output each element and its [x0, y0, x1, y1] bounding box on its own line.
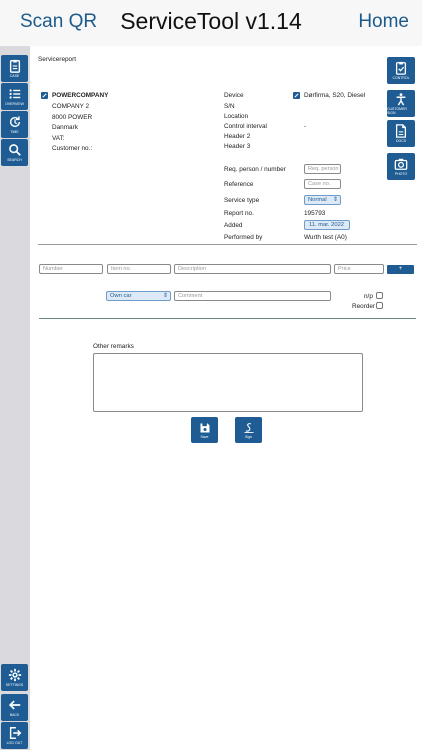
search-button[interactable]: SEARCH	[1, 139, 28, 166]
settings-label: SETTINGS	[5, 683, 24, 687]
req-person-label: Req. person / number	[224, 166, 286, 173]
report-heading: Servicereport	[38, 56, 77, 63]
service-type-value: Normal	[308, 197, 327, 203]
sign-button[interactable]: Sign	[235, 417, 262, 443]
car-select-value: Own car	[110, 293, 132, 299]
sign-label: Sign	[244, 434, 252, 439]
case-label: CASE	[9, 74, 20, 78]
clock-refresh-icon	[9, 116, 20, 128]
logout-button[interactable]: LOG OUT	[1, 722, 28, 749]
added-label: Added	[224, 222, 243, 229]
overview-button[interactable]: OVERVIEW	[1, 83, 28, 110]
number-input[interactable]: Number	[39, 264, 103, 274]
report-number-value: 195793	[304, 210, 326, 217]
floppy-disk-icon	[200, 423, 209, 432]
arrow-left-icon	[8, 700, 20, 710]
time-label: TIME	[10, 130, 19, 134]
edit-customer-icon[interactable]	[41, 92, 48, 99]
right-sidebar: Control Customer sign Docs Photo	[385, 46, 422, 750]
home-button[interactable]: Home	[358, 11, 409, 33]
lines-divider	[39, 318, 416, 319]
item-number-input[interactable]: Item no.	[107, 264, 171, 274]
report-number-label: Report no.	[224, 210, 254, 217]
reorder-label: Reorder	[352, 303, 376, 310]
added-date-picker[interactable]: 11. mar. 2022	[304, 220, 350, 230]
time-button[interactable]: TIME	[1, 111, 28, 138]
customer-name: POWERCOMPANY	[52, 92, 109, 99]
service-type-select[interactable]: Normal ⇕	[304, 195, 341, 205]
control-button[interactable]: Control	[387, 57, 415, 84]
device-value: Dørfirma, S20, Diesel	[304, 92, 366, 99]
reference-input[interactable]: Case no.	[304, 179, 341, 189]
chevron-updown-icon: ⇕	[162, 293, 168, 299]
search-icon	[8, 144, 21, 156]
customer-address: 8000 POWER	[52, 114, 93, 121]
control-interval-value: -	[304, 123, 307, 130]
gear-icon	[8, 668, 21, 682]
clipboard-check-icon	[395, 61, 407, 75]
case-button[interactable]: CASE	[1, 55, 28, 82]
performed-by-label: Performed by	[224, 234, 263, 241]
customer-number: Customer no.:	[52, 145, 93, 152]
signature-icon	[244, 422, 253, 433]
list-icon	[8, 89, 20, 99]
settings-button[interactable]: SETTINGS	[1, 664, 28, 691]
overview-label: OVERVIEW	[5, 102, 24, 106]
other-remarks-textarea[interactable]	[93, 353, 363, 412]
performed-by-value: Wurth test (A0)	[304, 234, 347, 241]
device-label: Device	[224, 92, 244, 99]
service-type-label: Service type	[224, 197, 260, 204]
person-sign-icon	[396, 93, 406, 106]
customer-line2: COMPANY 2	[52, 103, 90, 110]
customer-sign-button[interactable]: Customer sign	[387, 90, 415, 117]
car-select[interactable]: Own car ⇕	[106, 291, 171, 301]
reference-label: Reference	[224, 181, 254, 188]
logout-icon	[9, 727, 21, 739]
description-input[interactable]: Description	[174, 264, 331, 274]
section-divider	[38, 244, 417, 245]
document-icon	[395, 124, 407, 138]
photo-button[interactable]: Photo	[387, 153, 415, 180]
docs-button[interactable]: Docs	[387, 120, 415, 147]
other-remarks-label: Other remarks	[93, 343, 134, 350]
docs-label: Docs	[395, 139, 407, 143]
customer-country: Danmark	[52, 124, 78, 131]
camera-icon	[394, 158, 408, 170]
add-line-button[interactable]: +	[387, 265, 414, 274]
serial-number-label: S/N	[224, 103, 235, 110]
left-sidebar: CASE OVERVIEW TIME SEARCH SETTINGS BACK …	[0, 46, 30, 750]
service-report-content: Servicereport POWERCOMPANY COMPANY 2 800…	[30, 46, 417, 750]
top-navigation-bar: Scan QR ServiceTool v1.14 Home	[0, 0, 422, 46]
clipboard-icon	[9, 59, 20, 73]
photo-label: Photo	[394, 172, 408, 176]
search-label: SEARCH	[7, 158, 22, 162]
chevron-updown-icon: ⇕	[332, 197, 338, 203]
comment-input[interactable]: Comment	[174, 291, 331, 301]
np-label: n/p	[364, 293, 373, 300]
header3-label: Header 3	[224, 143, 251, 150]
location-label: Location	[224, 113, 249, 120]
save-label: Save	[200, 434, 209, 439]
np-checkbox[interactable]	[376, 292, 383, 299]
save-button[interactable]: Save	[191, 417, 218, 443]
control-interval-label: Control interval	[224, 123, 267, 130]
price-input[interactable]: Price	[334, 264, 384, 274]
back-button[interactable]: BACK	[1, 694, 28, 721]
control-label: Control	[392, 76, 410, 80]
header2-label: Header 2	[224, 133, 251, 140]
back-label: BACK	[9, 713, 20, 717]
reorder-checkbox[interactable]	[376, 302, 383, 309]
customer-sign-label: Customer sign	[387, 107, 407, 115]
logout-label: LOG OUT	[6, 741, 23, 745]
customer-vat: VAT:	[52, 135, 65, 142]
req-person-input[interactable]: Req. person	[304, 164, 341, 174]
edit-device-icon[interactable]	[293, 92, 300, 99]
